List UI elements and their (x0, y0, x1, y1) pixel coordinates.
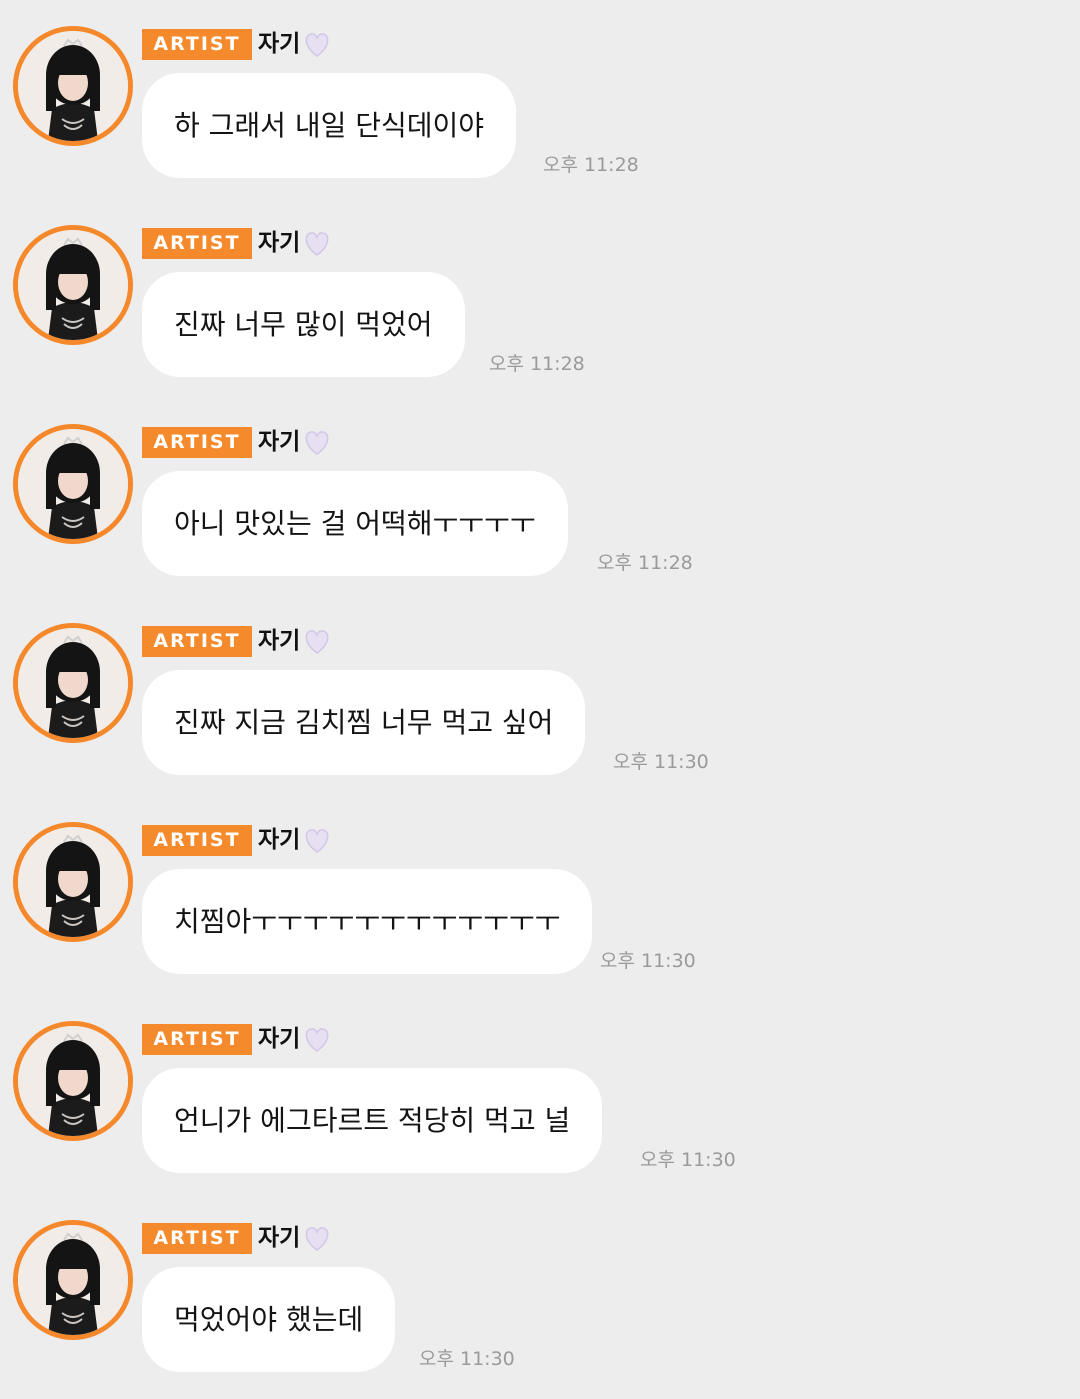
message-time: 오후 11:30 (419, 1348, 515, 1370)
white-heart-icon (305, 1227, 329, 1251)
message-bubble[interactable]: 언니가 에그타르트 적당히 먹고 널 (142, 1068, 603, 1173)
artist-badge: ARTIST (142, 29, 252, 60)
avatar-image (18, 230, 128, 340)
artist-badge: ARTIST (142, 1024, 252, 1055)
message-time: 오후 11:30 (613, 751, 709, 773)
message-bubble[interactable]: 아니 맛있는 걸 어떡해ㅜㅜㅜㅜ (142, 471, 568, 576)
avatar-image (18, 628, 128, 738)
message-bubble[interactable]: 치찜아ㅜㅜㅜㅜㅜㅜㅜㅜㅜㅜㅜㅜ (142, 869, 593, 974)
avatar-image (18, 429, 128, 539)
sender-name[interactable]: 자기 (258, 225, 300, 261)
white-heart-icon (305, 232, 329, 256)
white-heart-icon (305, 829, 329, 853)
message-bubble[interactable]: 진짜 지금 김치찜 너무 먹고 싶어 (142, 670, 586, 775)
avatar-image (18, 827, 128, 937)
avatar[interactable] (13, 1021, 133, 1141)
artist-badge: ARTIST (142, 825, 252, 856)
artist-badge: ARTIST (142, 626, 252, 657)
avatar[interactable] (13, 225, 133, 345)
chat-message: ARTIST 자기 진짜 너무 많이 먹었어 오후 11:28 (0, 199, 1080, 398)
message-bubble[interactable]: 먹었어야 했는데 (142, 1267, 396, 1372)
chat-message: ARTIST 자기 먹었어야 했는데 오후 11:30 (0, 1194, 1080, 1393)
message-time: 오후 11:30 (640, 1149, 736, 1171)
chat-message-list[interactable]: ARTIST 자기 하 그래서 내일 단식데이야 오후 11:28 ARTIST (0, 0, 1080, 1399)
message-time: 오후 11:30 (600, 950, 696, 972)
artist-badge: ARTIST (142, 1223, 252, 1254)
artist-badge: ARTIST (142, 427, 252, 458)
white-heart-icon (305, 630, 329, 654)
avatar[interactable] (13, 623, 133, 743)
message-time: 오후 11:28 (543, 154, 639, 176)
avatar-image (18, 1026, 128, 1136)
white-heart-icon (305, 1028, 329, 1052)
avatar[interactable] (13, 1220, 133, 1340)
avatar[interactable] (13, 26, 133, 146)
message-bubble[interactable]: 진짜 너무 많이 먹었어 (142, 272, 465, 377)
sender-name[interactable]: 자기 (258, 424, 300, 460)
sender-name[interactable]: 자기 (258, 1021, 300, 1057)
artist-badge: ARTIST (142, 228, 252, 259)
sender-name[interactable]: 자기 (258, 822, 300, 858)
white-heart-icon (305, 431, 329, 455)
message-time: 오후 11:28 (597, 552, 693, 574)
sender-name[interactable]: 자기 (258, 1220, 300, 1256)
chat-message: ARTIST 자기 진짜 지금 김치찜 너무 먹고 싶어 오후 11:30 (0, 597, 1080, 796)
chat-message: ARTIST 자기 언니가 에그타르트 적당히 먹고 널 오후 11:30 (0, 995, 1080, 1194)
avatar[interactable] (13, 424, 133, 544)
avatar-image (18, 1225, 128, 1335)
avatar-image (18, 31, 128, 141)
chat-message: ARTIST 자기 아니 맛있는 걸 어떡해ㅜㅜㅜㅜ 오후 11:28 (0, 398, 1080, 597)
message-bubble[interactable]: 하 그래서 내일 단식데이야 (142, 73, 517, 178)
chat-message: ARTIST 자기 치찜아ㅜㅜㅜㅜㅜㅜㅜㅜㅜㅜㅜㅜ 오후 11:30 (0, 796, 1080, 995)
sender-name[interactable]: 자기 (258, 26, 300, 62)
message-time: 오후 11:28 (489, 353, 585, 375)
white-heart-icon (305, 33, 329, 57)
chat-message: ARTIST 자기 하 그래서 내일 단식데이야 오후 11:28 (0, 0, 1080, 199)
avatar[interactable] (13, 822, 133, 942)
sender-name[interactable]: 자기 (258, 623, 300, 659)
